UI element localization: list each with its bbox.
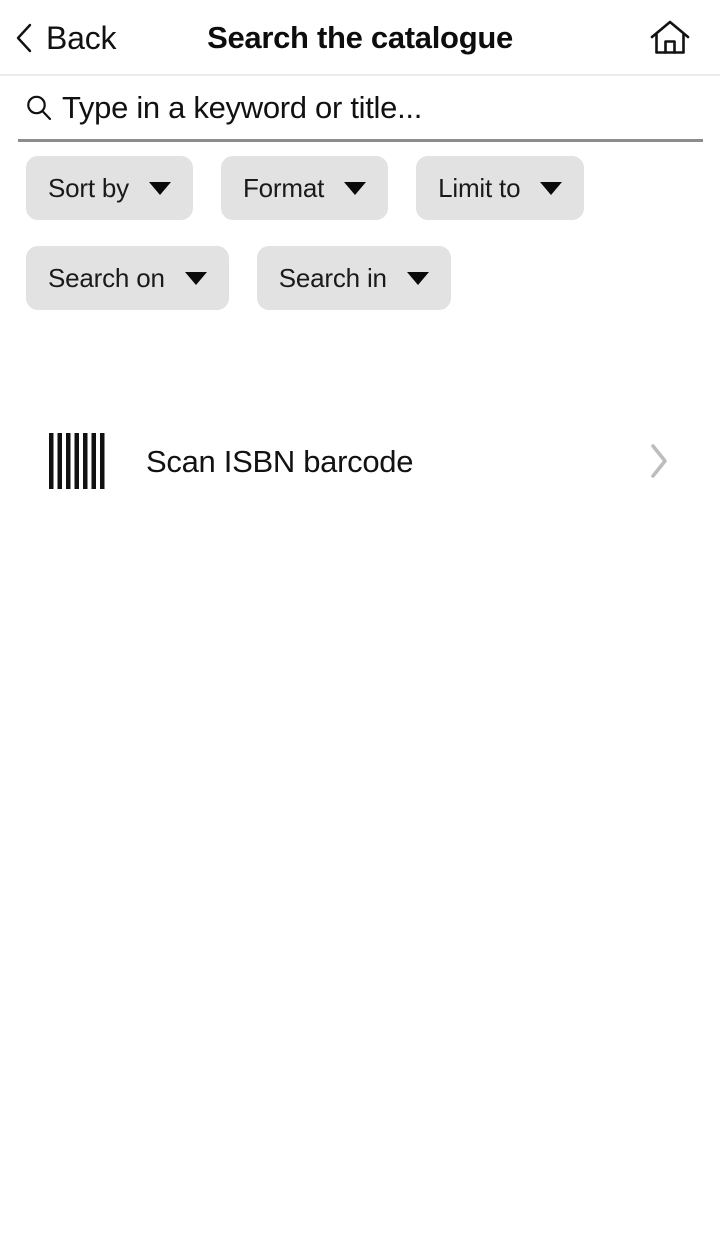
barcode-icon [49,433,105,489]
app-header: Back Search the catalogue [0,0,720,76]
filter-chip-search-on[interactable]: Search on [26,246,229,310]
filter-chip-search-in[interactable]: Search in [256,246,451,310]
chevron-down-icon [148,181,171,195]
back-button-label: Back [46,20,117,56]
search-field[interactable] [18,76,703,142]
filter-chip-format[interactable]: Format [220,156,389,220]
chevron-left-icon [16,23,32,53]
back-button[interactable]: Back [8,0,122,76]
chevron-right-icon [651,444,667,478]
filter-chip-label: Search in [278,263,387,293]
scan-isbn-barcode-row[interactable]: Scan ISBN barcode [0,420,720,502]
filter-chip-label: Format [242,173,325,203]
chevron-down-icon [540,181,563,195]
search-icon [27,95,52,120]
home-button[interactable] [640,0,700,76]
filter-chip-group: Sort by Format Limit to Search on Search… [26,156,706,310]
filter-chip-limit-to[interactable]: Limit to [416,156,585,220]
chevron-down-icon [406,271,429,285]
home-icon [650,20,690,54]
filter-chip-label: Search on [48,263,165,293]
chevron-down-icon [344,181,367,195]
search-input[interactable] [62,84,703,131]
chevron-down-icon [184,271,207,285]
filter-chip-label: Sort by [48,173,129,203]
scan-isbn-barcode-label: Scan ISBN barcode [146,443,414,479]
filter-chip-label: Limit to [438,173,521,203]
filter-chip-sort-by[interactable]: Sort by [26,156,193,220]
